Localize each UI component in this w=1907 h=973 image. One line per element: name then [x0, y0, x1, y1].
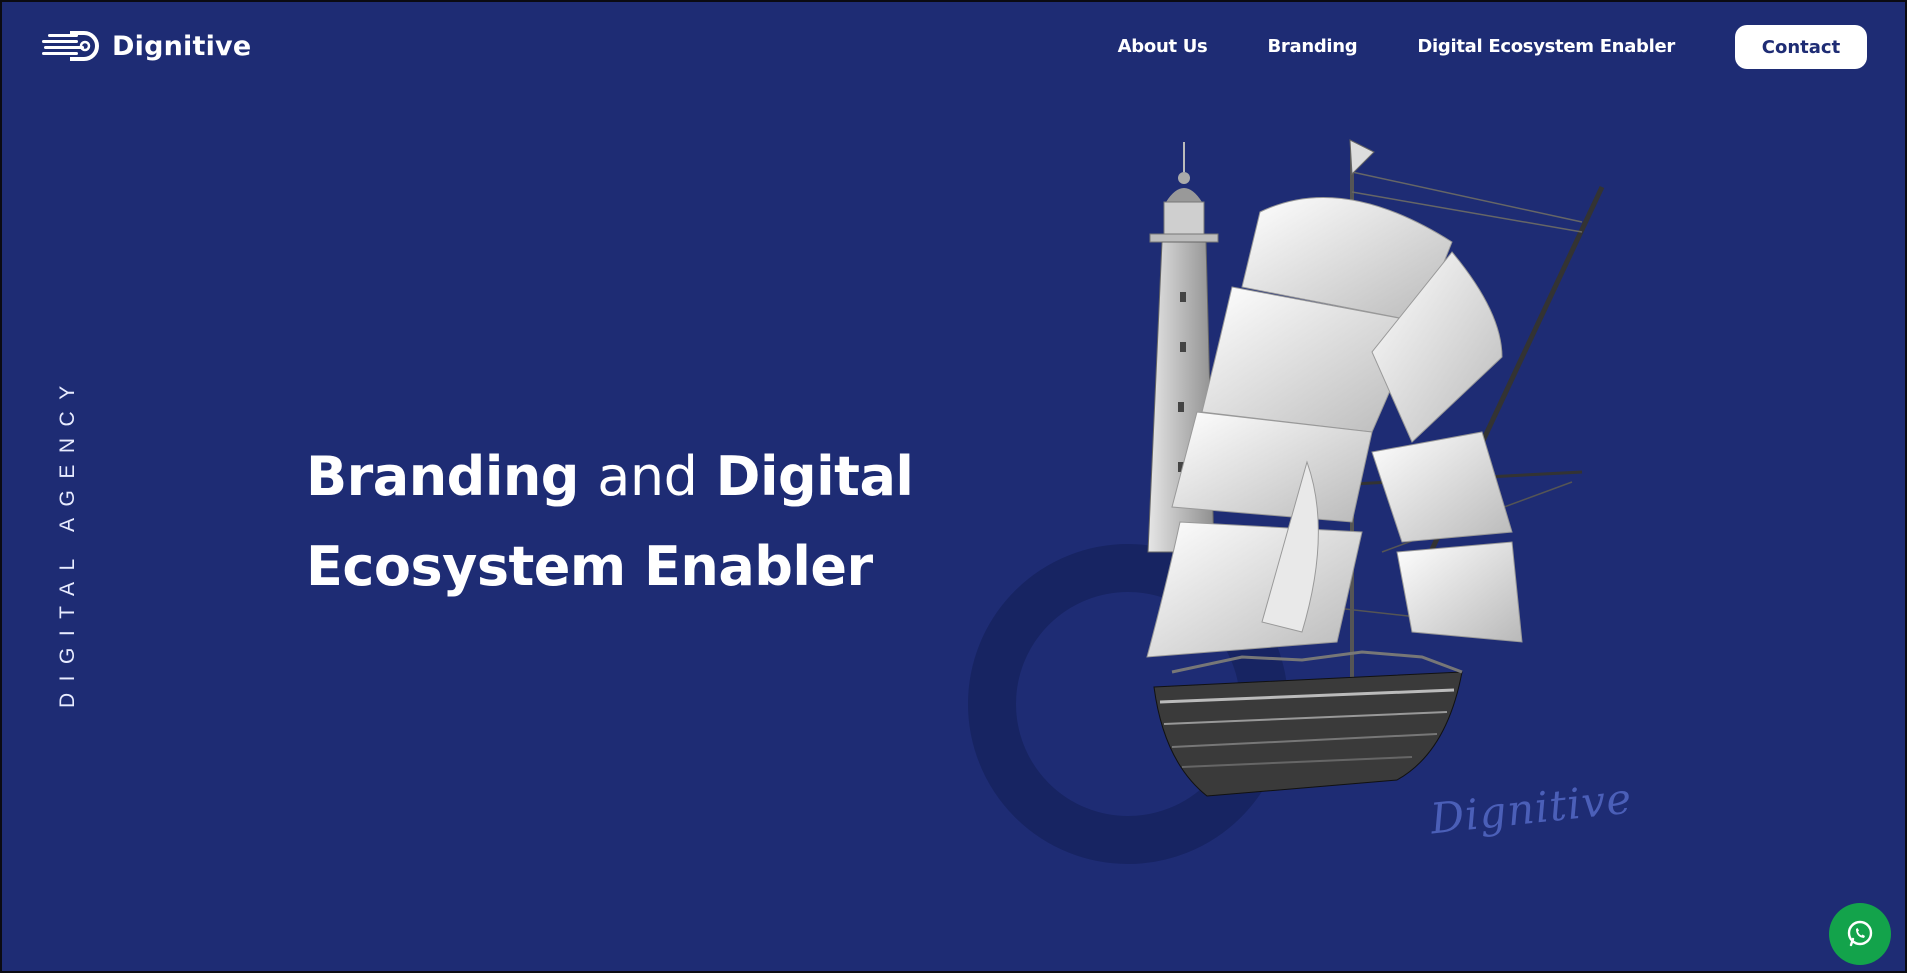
hero-headline: Branding and Digital Ecosystem Enabler: [306, 432, 946, 612]
ship-and-lighthouse-image: [1146, 139, 1605, 797]
dignitive-logo-mark-icon: [42, 31, 99, 61]
headline-and: and: [597, 445, 698, 508]
nav-digital-ecosystem-enabler[interactable]: Digital Ecosystem Enabler: [1417, 36, 1675, 57]
contact-button[interactable]: Contact: [1735, 25, 1867, 69]
whatsapp-icon: [1847, 920, 1873, 947]
vertical-tagline: DIGITAL AGENCY: [56, 374, 79, 708]
site-header: Dignitive About Us Branding Digital Ecos…: [2, 2, 1905, 92]
hero-illustration: [942, 112, 1622, 902]
whatsapp-button[interactable]: [1829, 903, 1891, 965]
headline-digital: Digital: [715, 445, 914, 508]
nav-about-us[interactable]: About Us: [1118, 36, 1208, 57]
nav-branding[interactable]: Branding: [1267, 36, 1357, 57]
headline-line2: Ecosystem Enabler: [306, 535, 873, 598]
main-nav: About Us Branding Digital Ecosystem Enab…: [1058, 36, 1676, 57]
logo[interactable]: Dignitive: [40, 30, 251, 62]
brand-name: Dignitive: [112, 30, 252, 62]
headline-branding: Branding: [306, 445, 579, 508]
